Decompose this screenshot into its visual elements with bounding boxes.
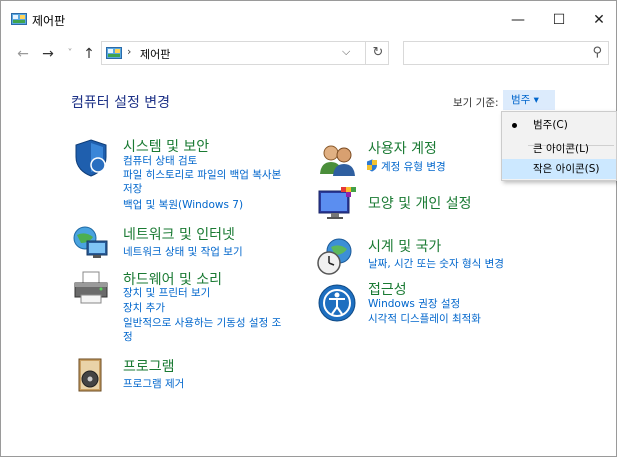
uac-shield-icon [367, 159, 377, 172]
category-system-security[interactable]: 시스템 및 보안 [123, 136, 209, 156]
link-windows-recommended[interactable]: Windows 권장 설정 [368, 297, 460, 311]
up-button[interactable]: ↑ [81, 45, 97, 63]
link-network-status[interactable]: 네트워크 상태 및 작업 보기 [123, 245, 243, 259]
forward-button[interactable]: → [40, 45, 56, 63]
breadcrumb-control-panel[interactable]: 제어판 [140, 46, 170, 62]
selected-bullet-icon [512, 123, 517, 128]
link-mobility-settings-cont[interactable]: 정 [123, 330, 133, 344]
menu-item-category-label: 범주(C) [533, 119, 568, 131]
menu-item-category[interactable]: 범주(C) [502, 115, 616, 135]
category-appearance[interactable]: 모양 및 개인 설정 [368, 193, 472, 213]
category-programs[interactable]: 프로그램 [123, 356, 175, 376]
category-network-internet[interactable]: 네트워크 및 인터넷 [123, 224, 235, 244]
link-change-account-type[interactable]: 계정 유형 변경 [381, 160, 446, 174]
category-user-accounts[interactable]: 사용자 계정 [368, 138, 437, 158]
shield-icon[interactable] [71, 137, 111, 177]
accessibility-icon[interactable] [317, 283, 357, 323]
network-icon[interactable] [71, 223, 111, 263]
view-by-menu: 범주(C) 큰 아이콘(L) 작은 아이콘(S) [501, 111, 617, 181]
back-button[interactable]: ← [15, 45, 31, 63]
page-title: 컴퓨터 설정 변경 [71, 95, 171, 111]
appearance-icon[interactable] [317, 185, 357, 225]
clock-globe-icon[interactable] [315, 237, 355, 277]
control-panel-icon [106, 47, 122, 59]
refresh-button[interactable]: ↻ [365, 41, 390, 65]
title-bar: 제어판 — ☐ ✕ [1, 1, 616, 37]
view-by-dropdown[interactable]: 범주 ▾ [503, 90, 555, 110]
search-icon[interactable]: ⚲ [592, 45, 602, 60]
link-mobility-settings[interactable]: 일반적으로 사용하는 기동성 설정 조 [123, 316, 281, 330]
minimize-button[interactable]: — [498, 7, 538, 33]
view-by-label: 보기 기준: [453, 97, 499, 109]
link-optimize-display[interactable]: 시각적 디스플레이 최적화 [368, 312, 481, 326]
link-add-device[interactable]: 장치 추가 [123, 301, 165, 315]
programs-icon[interactable] [71, 355, 111, 395]
menu-item-small-icons-label: 작은 아이콘(S) [533, 163, 600, 175]
link-date-time-format[interactable]: 날짜, 시간 또는 숫자 형식 변경 [368, 257, 504, 271]
close-button[interactable]: ✕ [579, 7, 617, 33]
menu-item-large-icons[interactable]: 큰 아이콘(L) [502, 139, 616, 159]
users-icon[interactable] [317, 140, 357, 180]
link-uninstall-program[interactable]: 프로그램 제거 [123, 377, 184, 391]
recent-locations-button[interactable]: ˅ [62, 45, 78, 63]
breadcrumb-separator[interactable]: › [127, 45, 131, 58]
printer-icon[interactable] [71, 269, 111, 309]
maximize-button[interactable]: ☐ [539, 7, 579, 33]
menu-item-large-icons-label: 큰 아이콘(L) [533, 143, 590, 155]
category-ease-of-access[interactable]: 접근성 [368, 279, 407, 299]
menu-item-small-icons[interactable]: 작은 아이콘(S) [502, 159, 616, 179]
link-devices-printers[interactable]: 장치 및 프린터 보기 [123, 286, 210, 300]
category-clock-region[interactable]: 시계 및 국가 [368, 236, 441, 256]
link-file-history-cont[interactable]: 저장 [123, 182, 142, 196]
window-title: 제어판 [32, 14, 66, 28]
control-panel-icon [11, 13, 27, 25]
search-input[interactable]: ⚲ [403, 41, 609, 65]
link-file-history[interactable]: 파일 히스토리로 파일의 백업 복사본 [123, 168, 281, 182]
link-review-status[interactable]: 컴퓨터 상태 검토 [123, 154, 197, 168]
control-panel-window: 제어판 — ☐ ✕ ← → ˅ ↑ › 제어판 ⌵ ↻ ⚲ 컴퓨터 설정 변경 … [0, 0, 617, 457]
link-backup-restore[interactable]: 백업 및 복원(Windows 7) [123, 198, 243, 212]
address-bar[interactable]: › 제어판 ⌵ [101, 41, 389, 65]
address-dropdown-icon[interactable]: ⌵ [342, 45, 350, 59]
